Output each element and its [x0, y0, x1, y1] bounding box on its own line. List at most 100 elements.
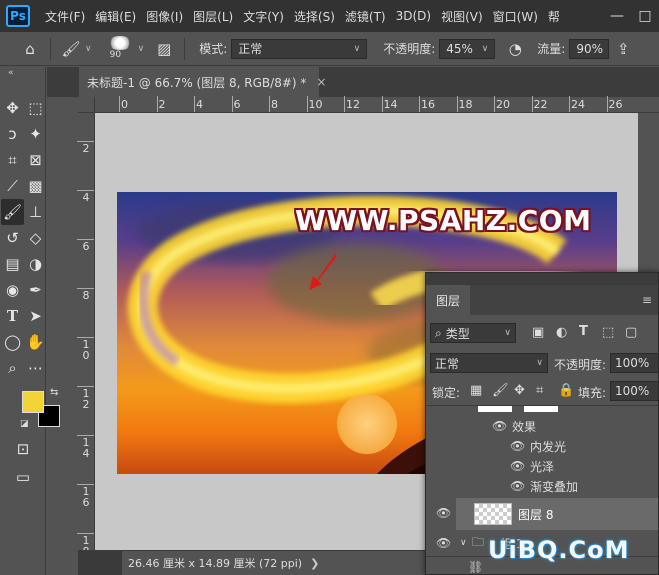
lock-position-icon[interactable]: ✥: [514, 383, 525, 398]
eye-icon[interactable]: 👁: [510, 459, 525, 473]
brush-tool-icon[interactable]: 🖌: [57, 36, 85, 62]
ellipse-tool-icon[interactable]: ◯: [1, 329, 24, 355]
move-tool-icon[interactable]: ✥: [1, 95, 24, 121]
brush-tool-icon[interactable]: 🖌: [1, 199, 24, 225]
spot-healing-tool-icon[interactable]: ▩: [24, 173, 47, 199]
horizontal-ruler[interactable]: 0 2 4 6 8 10 12 14 16 18 20 22 24 26: [95, 96, 659, 113]
ruler-corner[interactable]: [78, 97, 95, 113]
panel-menu-icon[interactable]: ≡: [642, 293, 652, 307]
tab-layers[interactable]: 图层: [426, 285, 470, 315]
hand-tool-icon[interactable]: ✋: [24, 329, 47, 355]
ruler-tick: [156, 96, 158, 112]
clone-stamp-tool-icon[interactable]: ⊥: [24, 199, 47, 225]
gradient-tool-icon[interactable]: ▤: [1, 251, 24, 277]
effect-inner-glow-label: 内发光: [530, 439, 567, 454]
menu-window[interactable]: 窗口(W): [488, 8, 543, 25]
filter-adjustment-icon[interactable]: ◐: [556, 325, 567, 340]
chevron-down-icon[interactable]: ∨: [138, 44, 145, 54]
layer-opacity-field[interactable]: 100%: [610, 353, 658, 373]
panel-drag-bar[interactable]: [426, 273, 658, 285]
default-colors-icon[interactable]: ◪: [20, 419, 29, 429]
home-icon[interactable]: ⌂: [16, 36, 44, 62]
vertical-ruler[interactable]: 24681 01 21 41 61 8: [77, 113, 95, 557]
chevron-down-icon[interactable]: ∨: [460, 538, 467, 548]
opacity-field[interactable]: 45% ∨: [439, 38, 496, 59]
lasso-tool-icon[interactable]: ↄ: [1, 121, 24, 147]
minimize-button[interactable]: —: [603, 8, 631, 24]
screen-mode-icon[interactable]: ▭: [12, 467, 34, 487]
layer-row[interactable]: [426, 406, 658, 414]
eye-icon[interactable]: 👁: [510, 479, 525, 493]
zoom-tool-icon[interactable]: ⌕: [1, 355, 24, 381]
menu-layer[interactable]: 图层(L): [188, 8, 238, 25]
fill-field[interactable]: 100%: [610, 381, 658, 401]
filter-pixel-icon[interactable]: ▣: [532, 325, 544, 340]
marquee-tool-icon[interactable]: ⬚: [24, 95, 47, 121]
eye-icon[interactable]: 👁: [436, 506, 451, 520]
chevron-right-icon[interactable]: ❯: [310, 557, 319, 570]
menu-select[interactable]: 选择(S): [289, 8, 340, 25]
menu-edit[interactable]: 编辑(E): [90, 8, 141, 25]
foreground-color-swatch[interactable]: [22, 391, 44, 413]
eye-icon[interactable]: 👁: [510, 439, 525, 453]
panel-tab-bar: 图层 ≡: [426, 285, 658, 315]
mode-label: 模式:: [199, 42, 228, 56]
filter-smart-object-icon[interactable]: ▢: [625, 325, 637, 340]
menu-image[interactable]: 图像(I): [141, 8, 188, 25]
flow-field[interactable]: 90%: [569, 38, 610, 59]
layer-filter-select[interactable]: ⌕ 类型 ∨: [430, 323, 516, 343]
close-icon[interactable]: ×: [316, 75, 326, 89]
ruler-label: 0: [121, 98, 128, 111]
filter-shape-icon[interactable]: ⬚: [602, 325, 614, 340]
frame-tool-icon[interactable]: ⊠: [24, 147, 47, 173]
zoom-field[interactable]: [78, 551, 122, 575]
pressure-opacity-icon[interactable]: ◔: [501, 36, 529, 62]
layers-panel: 图层 ≡ ⌕ 类型 ∨ ▣ ◐ T ⬚ ▢ 正常 ∨ 不透明度: 100% 锁定…: [425, 272, 659, 575]
menu-3d[interactable]: 3D(D): [391, 9, 436, 23]
lock-image-icon[interactable]: 🖌: [492, 383, 509, 398]
ruler-tick: [494, 96, 495, 112]
history-brush-tool-icon[interactable]: ↺: [1, 225, 24, 251]
lock-artboard-icon[interactable]: ⌗: [536, 383, 543, 398]
brush-preset-picker[interactable]: 90: [102, 34, 138, 64]
more-tools-icon[interactable]: ⋯: [24, 355, 47, 381]
swap-colors-icon[interactable]: ⇆: [50, 387, 58, 398]
brush-settings-icon[interactable]: ▨: [150, 36, 178, 62]
menu-view[interactable]: 视图(V): [436, 8, 488, 25]
lock-all-icon[interactable]: 🔒: [558, 383, 574, 398]
chevron-down-icon: ∨: [536, 358, 543, 368]
crop-tool-icon[interactable]: ⌗: [1, 147, 24, 173]
document-tab[interactable]: 未标题-1 @ 66.7% (图层 8, RGB/8#) * ×: [79, 67, 326, 97]
dodge-tool-icon[interactable]: ◉: [1, 277, 24, 303]
maximize-button[interactable]: □: [631, 8, 659, 24]
lock-transparent-icon[interactable]: ▦: [470, 383, 482, 398]
eye-icon[interactable]: 👁: [436, 536, 451, 550]
effects-row[interactable]: 👁 效果: [426, 416, 658, 436]
collapse-toolbar-icon[interactable]: «: [0, 67, 45, 79]
menu-type[interactable]: 文字(Y): [238, 8, 289, 25]
effect-row[interactable]: 👁 渐变叠加: [426, 476, 658, 496]
ruler-tick: [569, 96, 570, 112]
share-icon[interactable]: ⇪: [609, 36, 637, 62]
menu-help[interactable]: 帮: [543, 8, 565, 25]
mode-select[interactable]: 正常 ∨: [231, 38, 368, 59]
eye-icon[interactable]: 👁: [492, 419, 507, 433]
blur-tool-icon[interactable]: ◑: [24, 251, 47, 277]
eraser-tool-icon[interactable]: ◇: [24, 225, 47, 251]
magic-wand-tool-icon[interactable]: ✦: [24, 121, 47, 147]
chevron-down-icon: ∨: [481, 43, 489, 54]
chevron-down-icon[interactable]: ∨: [85, 44, 92, 54]
eyedropper-tool-icon[interactable]: ⟋: [1, 173, 24, 199]
menu-filter[interactable]: 滤镜(T): [340, 8, 391, 25]
effect-row[interactable]: 👁 内发光: [426, 436, 658, 456]
pen-tool-icon[interactable]: ✒: [24, 277, 47, 303]
menu-file[interactable]: 文件(F): [40, 8, 90, 25]
blend-mode-select[interactable]: 正常 ∨: [430, 353, 548, 373]
effect-row[interactable]: 👁 光泽: [426, 456, 658, 476]
filter-type-icon[interactable]: T: [579, 324, 588, 339]
type-tool-icon[interactable]: T: [1, 303, 24, 329]
link-layers-icon[interactable]: ⛓: [468, 560, 483, 574]
path-selection-tool-icon[interactable]: ➤: [24, 303, 47, 329]
quick-mask-icon[interactable]: ⊡: [12, 439, 34, 459]
ruler-label: 4: [196, 98, 203, 111]
